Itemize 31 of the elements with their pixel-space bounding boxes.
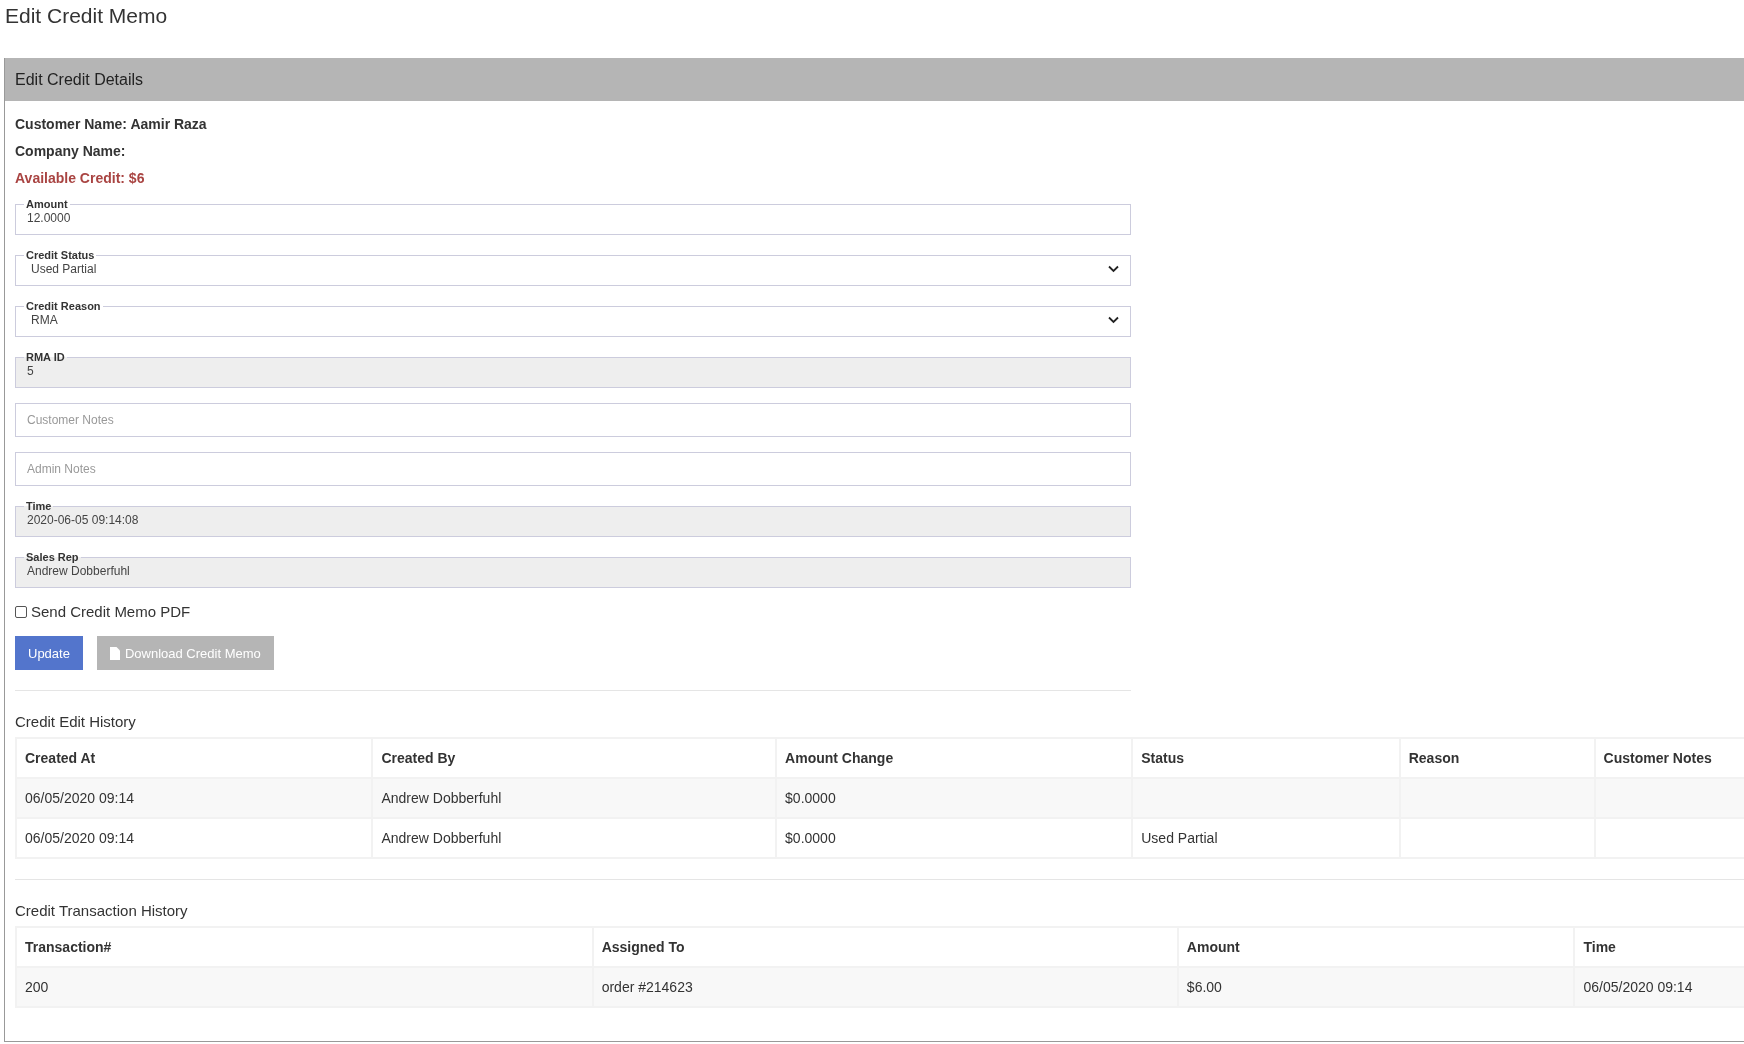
checkbox-label: Send Credit Memo PDF <box>31 603 191 620</box>
info-text: Customer Name: Aamir Raza <box>15 115 208 134</box>
panel-header: Edit Credit Details <box>5 58 1744 101</box>
select-field[interactable]: Credit Status Used Partial <box>15 250 1131 286</box>
column-header: Status <box>1132 738 1400 778</box>
column-header: Created By <box>372 738 777 778</box>
table-cell: 06/05/2020 09:14 <box>1574 967 1744 1007</box>
section-title: Credit Edit History <box>15 713 137 732</box>
table-cell: $0.0000 <box>776 778 1133 818</box>
table-cell: 200 <box>16 967 593 1007</box>
table-cell: 06/05/2020 09:14 <box>16 778 373 818</box>
table-cell: $0.0000 <box>776 818 1133 858</box>
table-cell: order #214623 <box>592 967 1178 1007</box>
table-cell: $6.00 <box>1177 967 1575 1007</box>
info-text: Company Name: <box>15 142 127 161</box>
table-cell: Andrew Dobberfuhl <box>372 778 777 818</box>
table-cell: 06/05/2020 09:14 <box>16 818 373 858</box>
column-header: Amount Change <box>776 738 1133 778</box>
column-header: Reason <box>1399 738 1595 778</box>
table-cell: Used Partial <box>1132 818 1400 858</box>
page-title: Edit Credit Memo <box>5 4 169 29</box>
column-header: Transaction# <box>16 927 593 967</box>
credit-alert-text: Available Credit: $6 <box>15 169 146 188</box>
column-header: Assigned To <box>592 927 1178 967</box>
table-cell: Andrew Dobberfuhl <box>372 818 777 858</box>
column-header: Amount <box>1177 927 1575 967</box>
column-header: Created At <box>16 738 373 778</box>
update-button[interactable]: Update <box>15 636 83 670</box>
text-field[interactable]: Amount 12.0000 <box>15 199 1131 235</box>
select-field[interactable]: Credit Reason RMA <box>15 301 1131 337</box>
section-title: Credit Transaction History <box>15 902 189 921</box>
